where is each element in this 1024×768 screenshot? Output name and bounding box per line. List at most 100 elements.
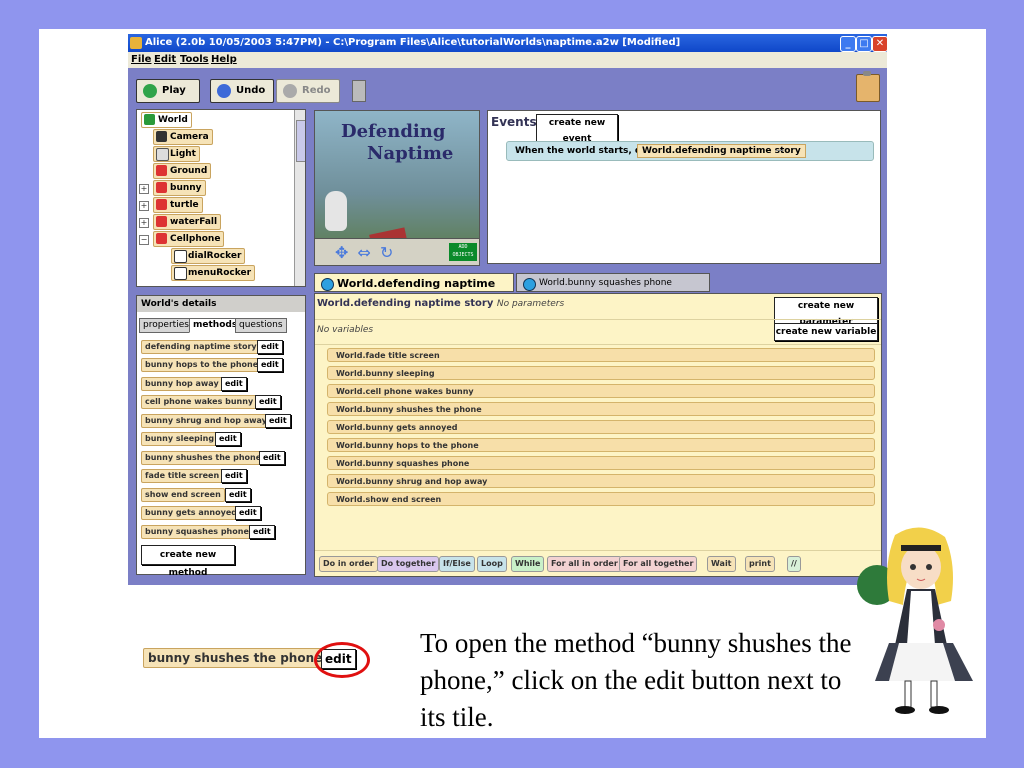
expand-bunny-icon[interactable]: + — [139, 184, 149, 194]
create-new-variable-button[interactable]: create new variable — [774, 323, 878, 341]
control-loop[interactable]: Loop — [477, 556, 507, 572]
minimize-button[interactable]: _ — [840, 36, 856, 52]
edit-button[interactable]: edit — [235, 506, 261, 520]
tree-node-camera[interactable]: Camera — [153, 129, 213, 145]
control-wait[interactable]: Wait — [707, 556, 736, 572]
part-icon — [174, 250, 187, 263]
object-icon — [156, 216, 167, 227]
object-icon — [156, 199, 167, 210]
control-if-else[interactable]: If/Else — [439, 556, 475, 572]
details-title: World's details — [137, 296, 305, 312]
editor-tabs: World.defending naptime story World.bunn… — [314, 273, 879, 309]
window-title: Alice (2.0b 10/05/2003 5:47PM) - C:\Prog… — [145, 37, 681, 48]
tree-node-light[interactable]: Light — [153, 146, 200, 162]
method-editor: World.defending naptime story No paramet… — [314, 293, 882, 577]
menu-bar: File Edit Tools Help — [128, 52, 887, 68]
world-icon — [144, 114, 155, 125]
statement-tile[interactable]: World.cell phone wakes bunny — [327, 384, 875, 398]
play-button[interactable]: Play — [136, 79, 200, 103]
tree-node-turtle[interactable]: turtle — [153, 197, 203, 213]
collapse-cellphone-icon[interactable]: − — [139, 235, 149, 245]
redo-icon — [283, 84, 297, 98]
statement-tile[interactable]: World.fade title screen — [327, 348, 875, 362]
variables-label: No variables — [317, 325, 374, 335]
statement-tile[interactable]: World.bunny shushes the phone — [327, 402, 875, 416]
statement-tile[interactable]: World.bunny sleeping — [327, 366, 875, 380]
tab-methods[interactable]: methods — [189, 318, 242, 333]
tree-node-world[interactable]: World — [141, 112, 192, 128]
trash-icon[interactable] — [352, 80, 366, 102]
alice-app-icon — [130, 37, 142, 49]
statement-tile[interactable]: World.bunny shrug and hop away — [327, 474, 875, 488]
tree-node-dialrocker[interactable]: dialRocker — [171, 248, 246, 264]
tree-scrollbar[interactable] — [294, 110, 305, 286]
highlight-circle — [314, 642, 370, 678]
control-for-all-in-order[interactable]: For all in order — [547, 556, 622, 572]
object-tree: World Camera Light Ground + bunny + turt… — [136, 109, 306, 287]
redo-button[interactable]: Redo — [276, 79, 340, 103]
maximize-button[interactable]: □ — [856, 36, 872, 52]
control-do-in-order[interactable]: Do in order — [319, 556, 378, 572]
menu-help[interactable]: Help — [211, 54, 237, 65]
zoom-method-tile: bunny shushes the phone — [143, 648, 328, 668]
expand-waterfall-icon[interactable]: + — [139, 218, 149, 228]
control-print[interactable]: print — [745, 556, 775, 572]
tab-bunny-squashes-phone[interactable]: World.bunny squashes phone — [516, 273, 710, 292]
scene-title: Defending Naptime — [341, 121, 454, 164]
toolbar: Play Undo Redo — [128, 68, 887, 108]
alice-character-icon — [857, 527, 973, 714]
method-tab-icon — [321, 278, 334, 291]
menu-file[interactable]: File — [131, 54, 151, 65]
expand-turtle-icon[interactable]: + — [139, 201, 149, 211]
light-icon — [156, 148, 169, 161]
control-for-all-together[interactable]: For all together — [619, 556, 698, 572]
tab-defending-naptime-story[interactable]: World.defending naptime story — [314, 273, 514, 309]
tree-node-bunny[interactable]: bunny — [153, 180, 206, 196]
events-panel: Events create new event When the world s… — [487, 110, 881, 264]
divider — [315, 550, 881, 551]
menu-tools[interactable]: Tools — [180, 54, 209, 65]
edit-button[interactable]: edit — [255, 395, 281, 409]
edit-button[interactable]: edit — [221, 377, 247, 391]
edit-button[interactable]: edit — [259, 451, 285, 465]
create-new-method-button[interactable]: create new method — [141, 545, 235, 578]
edit-button[interactable]: edit — [257, 358, 283, 372]
control-while[interactable]: While — [511, 556, 545, 572]
object-icon — [156, 233, 167, 244]
tree-scroll-thumb[interactable] — [296, 120, 305, 162]
edit-button[interactable]: edit — [225, 488, 251, 502]
clipboard-icon[interactable] — [856, 71, 880, 102]
statement-tile[interactable]: World.show end screen — [327, 492, 875, 506]
bunny-model — [325, 191, 347, 231]
tree-node-cellphone[interactable]: Cellphone — [153, 231, 225, 247]
undo-icon — [217, 84, 231, 98]
tree-node-menurocker[interactable]: menuRocker — [171, 265, 256, 281]
event-row[interactable]: When the world starts, do World.defendin… — [506, 141, 874, 161]
statement-tile[interactable]: World.bunny gets annoyed — [327, 420, 875, 434]
menu-edit[interactable]: Edit — [154, 54, 176, 65]
edit-button[interactable]: edit — [265, 414, 291, 428]
part-icon — [174, 267, 187, 280]
tree-node-waterfall[interactable]: waterFall — [153, 214, 222, 230]
event-dropdown-icon[interactable]: — — [775, 142, 784, 160]
edit-button[interactable]: edit — [215, 432, 241, 446]
events-title: Events — [491, 115, 537, 129]
object-icon — [156, 182, 167, 193]
tab-properties[interactable]: properties — [139, 318, 193, 333]
play-icon — [143, 84, 157, 98]
undo-button[interactable]: Undo — [210, 79, 274, 103]
statement-tile[interactable]: World.bunny squashes phone — [327, 456, 875, 470]
edit-button[interactable]: edit — [221, 469, 247, 483]
statement-tile[interactable]: World.bunny hops to the phone — [327, 438, 875, 452]
control-do-together[interactable]: Do together — [377, 556, 440, 572]
camera-move-arrows-icon[interactable]: ✥ ⇔ ↻ — [335, 243, 395, 262]
close-button[interactable]: ✕ — [872, 36, 888, 52]
method-header: World.defending naptime story No paramet… — [317, 298, 565, 309]
control-comment[interactable]: // — [787, 556, 801, 572]
edit-button[interactable]: edit — [257, 340, 283, 354]
add-objects-button[interactable]: ADD OBJECTS — [449, 243, 477, 261]
tab-questions[interactable]: questions — [235, 318, 287, 333]
object-icon — [156, 165, 167, 176]
edit-button[interactable]: edit — [249, 525, 275, 539]
tree-node-ground[interactable]: Ground — [153, 163, 212, 179]
